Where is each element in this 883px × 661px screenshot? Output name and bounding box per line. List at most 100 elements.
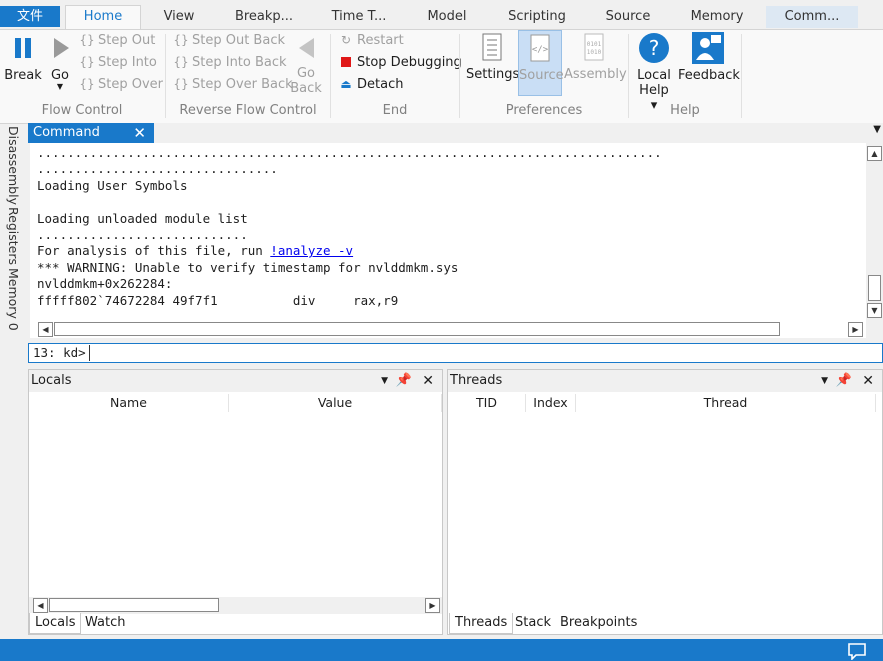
chevron-down-icon[interactable]: ▼ bbox=[821, 370, 828, 392]
assembly-button[interactable]: 0101 1010 Assembly bbox=[564, 32, 627, 82]
flow-control-group-label: Flow Control bbox=[41, 103, 123, 118]
scroll-left-icon[interactable]: ◀ bbox=[33, 598, 48, 613]
svg-text:0101: 0101 bbox=[587, 41, 602, 48]
eject-icon: ⏏ bbox=[340, 77, 352, 91]
tab-view[interactable]: View bbox=[140, 6, 218, 28]
tab-breakpoints[interactable]: Breakpoints bbox=[555, 613, 642, 633]
chat-icon[interactable] bbox=[847, 642, 867, 660]
step-out-button[interactable]: {} Step Out bbox=[78, 30, 155, 50]
scroll-down-icon[interactable]: ▼ bbox=[867, 303, 882, 318]
tab-memory[interactable]: Memory bbox=[668, 6, 766, 28]
close-icon[interactable]: ✕ bbox=[133, 123, 146, 143]
chevron-down-icon: ▼ bbox=[56, 82, 64, 91]
command-input-row: 13: kd> bbox=[28, 343, 883, 363]
go-label: Go bbox=[50, 68, 70, 83]
break-button[interactable]: Break bbox=[4, 36, 42, 83]
step-over-back-icon: {} bbox=[173, 77, 189, 91]
column-header-thread[interactable]: Thread bbox=[576, 394, 876, 412]
feedback-button[interactable]: Feedback bbox=[678, 32, 740, 83]
command-horizontal-scrollbar[interactable]: ◀ ▶ bbox=[30, 321, 866, 338]
scroll-right-icon[interactable]: ▶ bbox=[848, 322, 863, 337]
step-into-back-label: Step Into Back bbox=[192, 55, 287, 70]
tab-home[interactable]: Home bbox=[65, 5, 141, 30]
scroll-thumb[interactable] bbox=[49, 598, 219, 612]
help-group-label: Help bbox=[670, 103, 700, 118]
tab-time-travel[interactable]: Time T... bbox=[310, 6, 408, 28]
detach-label: Detach bbox=[357, 77, 404, 92]
restart-button[interactable]: ↻ Restart bbox=[337, 30, 404, 50]
threads-header: Threads ▼ 📌 ✕ bbox=[448, 370, 882, 392]
local-help-button[interactable]: ? Local Help ▾ bbox=[634, 32, 674, 113]
help-icon: ? bbox=[639, 33, 669, 63]
detach-button[interactable]: ⏏ Detach bbox=[337, 74, 403, 94]
locals-header: Locals ▼ 📌 ✕ bbox=[29, 370, 442, 392]
locals-panel: Locals ▼ 📌 ✕ Name Value ◀ ▶ bbox=[28, 369, 443, 635]
scroll-right-icon[interactable]: ▶ bbox=[425, 598, 440, 613]
assembly-label: Assembly bbox=[564, 67, 627, 82]
step-into-back-button[interactable]: {} Step Into Back bbox=[172, 52, 287, 72]
scroll-thumb[interactable] bbox=[54, 322, 780, 336]
threads-panel: Threads ▼ 📌 ✕ TID Index Thread bbox=[447, 369, 883, 635]
step-over-button[interactable]: {} Step Over bbox=[78, 74, 163, 94]
go-back-label-1: Go bbox=[296, 66, 316, 81]
ribbon: Break Go ▼ {} Step Out {} Step Into {} Step… bbox=[0, 29, 883, 124]
stop-icon bbox=[337, 52, 355, 72]
command-input[interactable] bbox=[93, 345, 873, 361]
step-out-icon: {} bbox=[79, 33, 95, 47]
column-header-value[interactable]: Value bbox=[229, 394, 442, 412]
tab-source[interactable]: Source bbox=[588, 6, 668, 28]
tab-model[interactable]: Model bbox=[408, 6, 486, 28]
column-header-index[interactable]: Index bbox=[526, 394, 576, 412]
settings-button[interactable]: Settings bbox=[466, 32, 520, 82]
stop-debugging-label: Stop Debugging bbox=[357, 55, 462, 70]
tab-threads[interactable]: Threads bbox=[449, 613, 514, 634]
command-vertical-scrollbar[interactable]: ▲ ▼ bbox=[866, 143, 883, 321]
go-back-label-2: Back bbox=[290, 81, 322, 96]
close-icon[interactable]: ✕ bbox=[422, 370, 434, 392]
column-header-name[interactable]: Name bbox=[29, 394, 229, 412]
locals-horizontal-scrollbar[interactable]: ◀ ▶ bbox=[29, 597, 442, 614]
step-out-back-button[interactable]: {} Step Out Back bbox=[172, 30, 285, 50]
tab-file[interactable]: 文件 bbox=[0, 6, 60, 27]
side-tab-registers[interactable]: Registers bbox=[6, 207, 21, 265]
close-icon[interactable]: ✕ bbox=[862, 370, 874, 392]
step-out-back-icon: {} bbox=[173, 33, 189, 47]
analyze-link[interactable]: !analyze -v bbox=[270, 243, 353, 258]
svg-text:?: ? bbox=[649, 36, 660, 60]
step-out-back-label: Step Out Back bbox=[192, 33, 285, 48]
status-bar bbox=[0, 639, 883, 661]
step-over-back-button[interactable]: {} Step Over Back bbox=[172, 74, 292, 94]
feedback-label: Feedback bbox=[678, 68, 740, 83]
tab-scripting[interactable]: Scripting bbox=[486, 6, 588, 28]
locals-title: Locals bbox=[31, 373, 72, 388]
chevron-down-icon[interactable]: ▼ bbox=[381, 370, 388, 392]
pause-icon bbox=[15, 38, 31, 58]
threads-title: Threads bbox=[450, 373, 503, 388]
local-help-label-1: Local bbox=[637, 68, 671, 83]
command-tab[interactable]: Command ✕ bbox=[28, 123, 154, 143]
settings-label: Settings bbox=[466, 67, 520, 82]
stop-debugging-button[interactable]: Stop Debugging bbox=[337, 52, 462, 72]
side-tab-disassembly[interactable]: Disassembly bbox=[6, 126, 21, 205]
prompt-separator bbox=[89, 345, 90, 361]
tab-stack[interactable]: Stack bbox=[510, 613, 556, 633]
column-header-tid[interactable]: TID bbox=[448, 394, 526, 412]
scroll-up-icon[interactable]: ▲ bbox=[867, 146, 882, 161]
window-menu-icon[interactable]: ▼ bbox=[873, 124, 881, 135]
step-into-icon: {} bbox=[79, 55, 95, 69]
side-tab-memory[interactable]: Memory 0 bbox=[6, 268, 21, 331]
tab-watch[interactable]: Watch bbox=[80, 613, 130, 633]
tab-locals[interactable]: Locals bbox=[29, 613, 82, 634]
go-button[interactable]: Go ▼ bbox=[46, 36, 74, 91]
ribbon-tab-bar: 文件 Home View Breakp... Time T... Model S… bbox=[0, 0, 883, 30]
pin-icon[interactable]: 📌 bbox=[396, 370, 412, 392]
tab-command[interactable]: Comm... bbox=[766, 6, 858, 28]
tab-breakpoints[interactable]: Breakp... bbox=[218, 6, 310, 28]
pin-icon[interactable]: 📌 bbox=[836, 370, 852, 392]
scroll-left-icon[interactable]: ◀ bbox=[38, 322, 53, 337]
scroll-thumb[interactable] bbox=[868, 275, 881, 301]
step-into-button[interactable]: {} Step Into bbox=[78, 52, 157, 72]
source-pref-button[interactable]: </> Source bbox=[518, 30, 564, 96]
go-back-button[interactable]: Go Back bbox=[290, 36, 322, 96]
reverse-flow-control-group-label: Reverse Flow Control bbox=[179, 103, 317, 118]
